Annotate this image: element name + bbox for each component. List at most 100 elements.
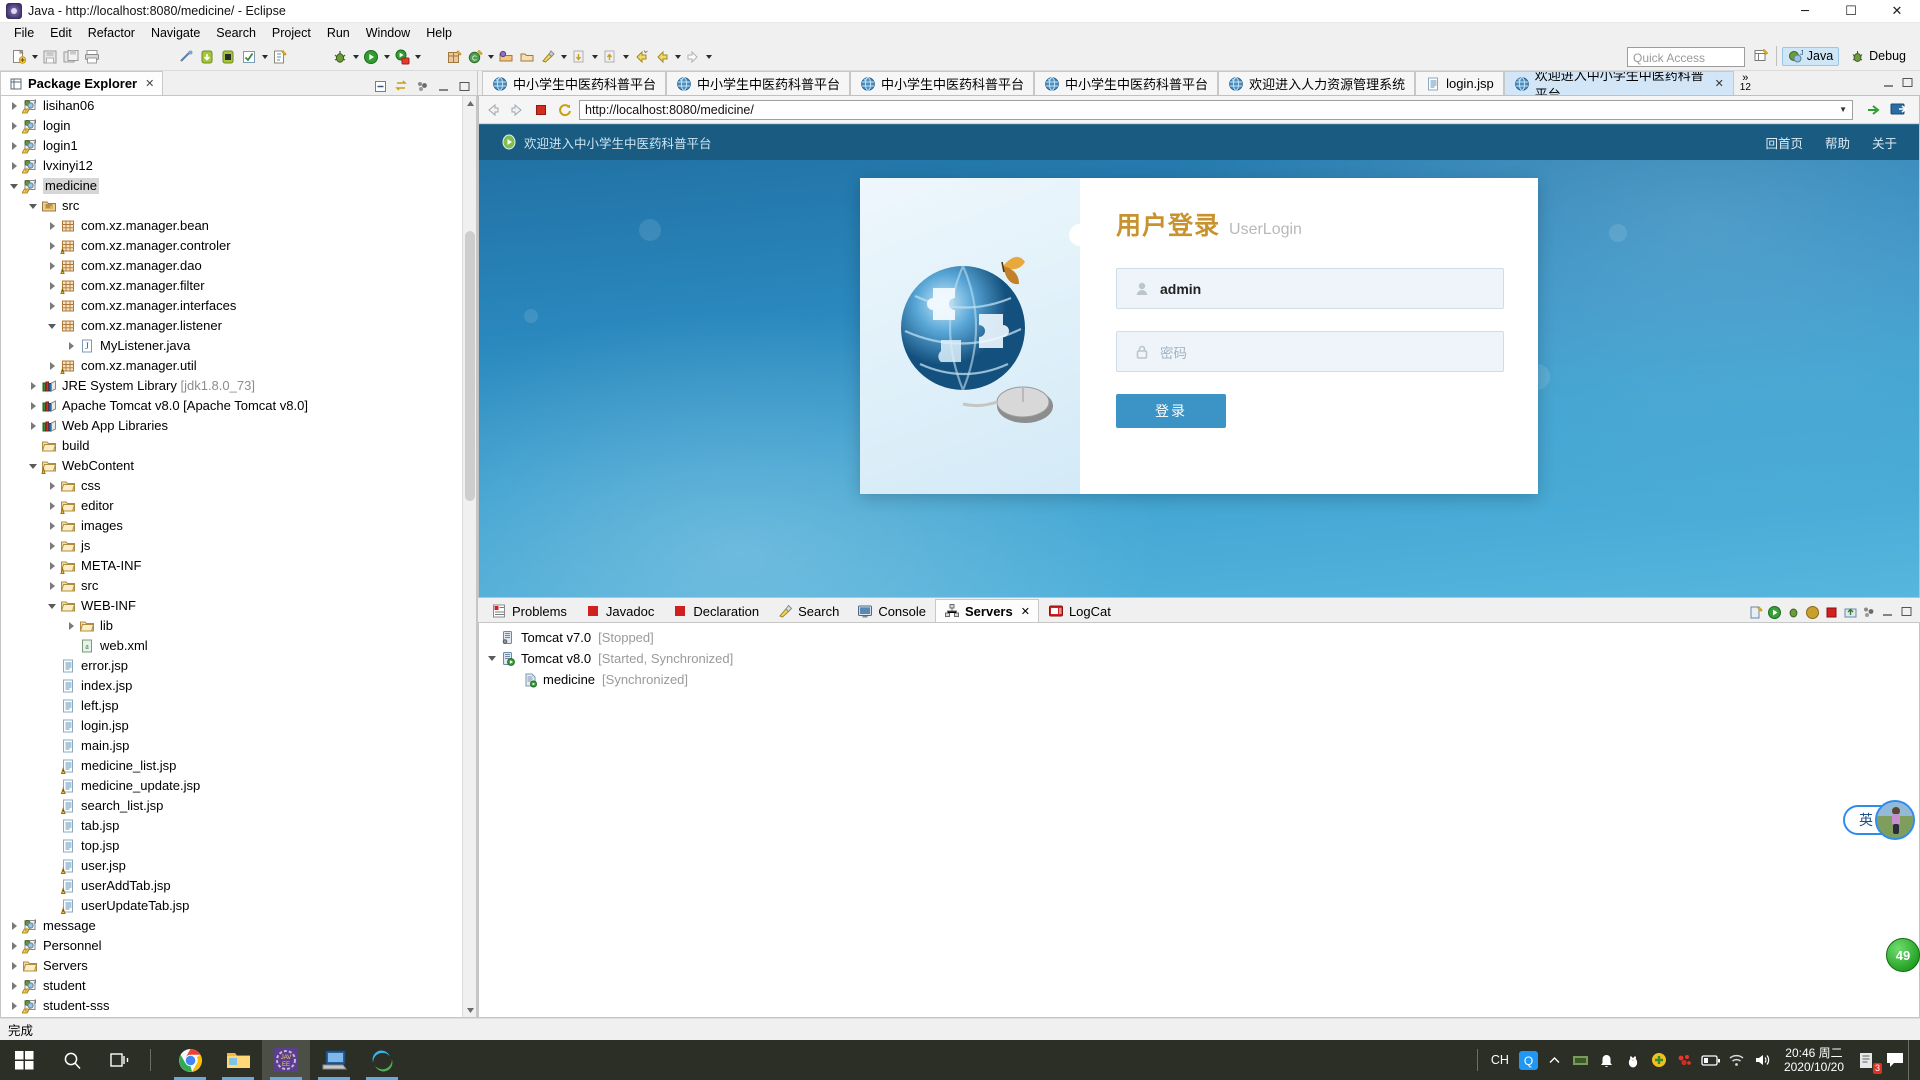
- close-icon[interactable]: ✕: [1715, 77, 1724, 90]
- editor-tab[interactable]: login.jsp: [1415, 71, 1504, 95]
- previous-annotation-caret[interactable]: [621, 47, 630, 67]
- menu-refactor[interactable]: Refactor: [80, 25, 143, 41]
- menu-project[interactable]: Project: [264, 25, 319, 41]
- tree-item[interactable]: top.jsp: [1, 836, 476, 856]
- open-type-icon[interactable]: [496, 47, 516, 67]
- editor-tab[interactable]: 中小学生中医药科普平台: [482, 71, 667, 95]
- chevron-right-icon[interactable]: [7, 936, 21, 956]
- bottom-view-tab[interactable]: Problems: [482, 599, 576, 622]
- action-center-icon[interactable]: [1882, 1040, 1908, 1080]
- tree-item[interactable]: JRE System Library [jdk1.8.0_73]: [1, 376, 476, 396]
- tree-item[interactable]: userAddTab.jsp: [1, 876, 476, 896]
- bottom-view-tab[interactable]: Console: [848, 599, 935, 622]
- chevron-right-icon[interactable]: [45, 576, 59, 596]
- bottom-view-tab[interactable]: Search: [768, 599, 848, 622]
- chevron-right-icon[interactable]: [45, 556, 59, 576]
- chevron-right-icon[interactable]: [26, 376, 40, 396]
- taskbar-clock[interactable]: 20:46 周二 2020/10/20: [1776, 1046, 1852, 1074]
- new-class-dropdown-caret[interactable]: [486, 47, 495, 67]
- chevron-right-icon[interactable]: [7, 956, 21, 976]
- server-row[interactable]: Tomcat v7.0 [Stopped]: [479, 627, 1919, 648]
- minimize-editor-icon[interactable]: [1882, 76, 1895, 92]
- tree-item[interactable]: WEB-INF: [1, 596, 476, 616]
- new-class-icon[interactable]: C: [465, 47, 485, 67]
- android-ddms-icon[interactable]: [176, 47, 196, 67]
- tree-item[interactable]: left.jsp: [1, 696, 476, 716]
- android-avd-manager-icon[interactable]: [218, 47, 238, 67]
- new-dropdown-caret[interactable]: [30, 47, 39, 67]
- notification-count-icon[interactable]: 3: [1852, 1040, 1882, 1080]
- link-with-editor-icon[interactable]: [392, 77, 410, 95]
- server-row[interactable]: medicine [Synchronized]: [479, 669, 1919, 690]
- chevron-right-icon[interactable]: [7, 976, 21, 996]
- chevron-down-icon[interactable]: [26, 196, 40, 216]
- tree-item[interactable]: src: [1, 576, 476, 596]
- editor-tab[interactable]: 欢迎进入中小学生中医药科普平台 ✕: [1503, 71, 1734, 95]
- quick-access-input[interactable]: Quick Access: [1627, 47, 1745, 67]
- tree-item[interactable]: medicine_list.jsp: [1, 756, 476, 776]
- close-icon[interactable]: ✕: [1021, 605, 1030, 618]
- bottom-view-tab[interactable]: Servers ✕: [935, 599, 1039, 622]
- previous-annotation-icon[interactable]: [600, 47, 620, 67]
- scrollbar-thumb[interactable]: [465, 231, 475, 501]
- save-all-icon[interactable]: [61, 47, 81, 67]
- perspective-java-button[interactable]: J Java: [1781, 46, 1840, 66]
- chevron-right-icon[interactable]: [7, 136, 21, 156]
- minimize-button[interactable]: ─: [1782, 0, 1828, 23]
- menu-edit[interactable]: Edit: [42, 25, 80, 41]
- more-editor-tabs-button[interactable]: » 12: [1734, 71, 1757, 95]
- tree-vertical-scrollbar[interactable]: [462, 96, 476, 1017]
- eclipse-taskbar[interactable]: JAV EE: [262, 1040, 310, 1080]
- tree-item[interactable]: Jstudent-sss: [1, 996, 476, 1016]
- password-field[interactable]: 密码: [1116, 331, 1504, 372]
- tree-item[interactable]: Jlogin1: [1, 136, 476, 156]
- debug-server-icon[interactable]: [1786, 605, 1801, 620]
- publish-server-icon[interactable]: [1843, 605, 1858, 620]
- tree-item[interactable]: Jlvxinyi12: [1, 156, 476, 176]
- tray-red-cluster-icon[interactable]: [1672, 1040, 1698, 1080]
- chevron-right-icon[interactable]: [45, 236, 59, 256]
- explorer-taskbar[interactable]: [214, 1040, 262, 1080]
- chevron-right-icon[interactable]: [7, 96, 21, 116]
- external-tools-dropdown-caret[interactable]: [413, 47, 422, 67]
- nav-help[interactable]: 帮助: [1825, 133, 1850, 152]
- tree-item[interactable]: editor: [1, 496, 476, 516]
- chevron-right-icon[interactable]: [7, 156, 21, 176]
- close-button[interactable]: ✕: [1874, 0, 1920, 23]
- tree-item[interactable]: Jmedicine: [1, 176, 476, 196]
- tree-item[interactable]: com.xz.manager.bean: [1, 216, 476, 236]
- maximize-view-icon[interactable]: [1900, 605, 1915, 620]
- new-package-icon[interactable]: [444, 47, 464, 67]
- ime-floating-widget[interactable]: 英: [1843, 800, 1915, 840]
- tree-item[interactable]: Jstudent: [1, 976, 476, 996]
- servers-view[interactable]: Tomcat v7.0 [Stopped] Tomcat v8.0 [Started,…: [478, 622, 1920, 1018]
- run-icon[interactable]: [361, 47, 381, 67]
- tree-item[interactable]: user.jsp: [1, 856, 476, 876]
- chevron-right-icon[interactable]: [45, 216, 59, 236]
- tab-package-explorer[interactable]: Package Explorer ✕: [0, 71, 164, 95]
- view-menu-icon[interactable]: [1862, 605, 1877, 620]
- maximize-view-icon[interactable]: [455, 77, 473, 95]
- scroll-down-arrow[interactable]: [463, 1003, 476, 1017]
- tree-item[interactable]: J MyListener.java: [1, 336, 476, 356]
- collapse-all-icon[interactable]: [371, 77, 389, 95]
- tree-item[interactable]: com.xz.manager.dao: [1, 256, 476, 276]
- search-dropdown-caret[interactable]: [559, 47, 568, 67]
- chevron-right-icon[interactable]: [7, 916, 21, 936]
- maximize-editor-icon[interactable]: [1901, 76, 1914, 92]
- show-hidden-icons-button[interactable]: [1542, 1040, 1568, 1080]
- start-button[interactable]: [0, 1040, 48, 1080]
- run-external-tools-icon[interactable]: [392, 47, 412, 67]
- back-history-icon[interactable]: [652, 47, 672, 67]
- tree-item[interactable]: com.xz.manager.interfaces: [1, 296, 476, 316]
- tree-item[interactable]: search_list.jsp: [1, 796, 476, 816]
- tree-item[interactable]: Apache Tomcat v8.0 [Apache Tomcat v8.0]: [1, 396, 476, 416]
- android-sdk-manager-icon[interactable]: [197, 47, 217, 67]
- open-perspective-icon[interactable]: [1751, 46, 1771, 66]
- chevron-right-icon[interactable]: [45, 356, 59, 376]
- chevron-right-icon[interactable]: [45, 276, 59, 296]
- tree-item[interactable]: index.jsp: [1, 676, 476, 696]
- volume-icon[interactable]: [1750, 1040, 1776, 1080]
- new-editor-icon[interactable]: [270, 47, 290, 67]
- run-dropdown-caret[interactable]: [382, 47, 391, 67]
